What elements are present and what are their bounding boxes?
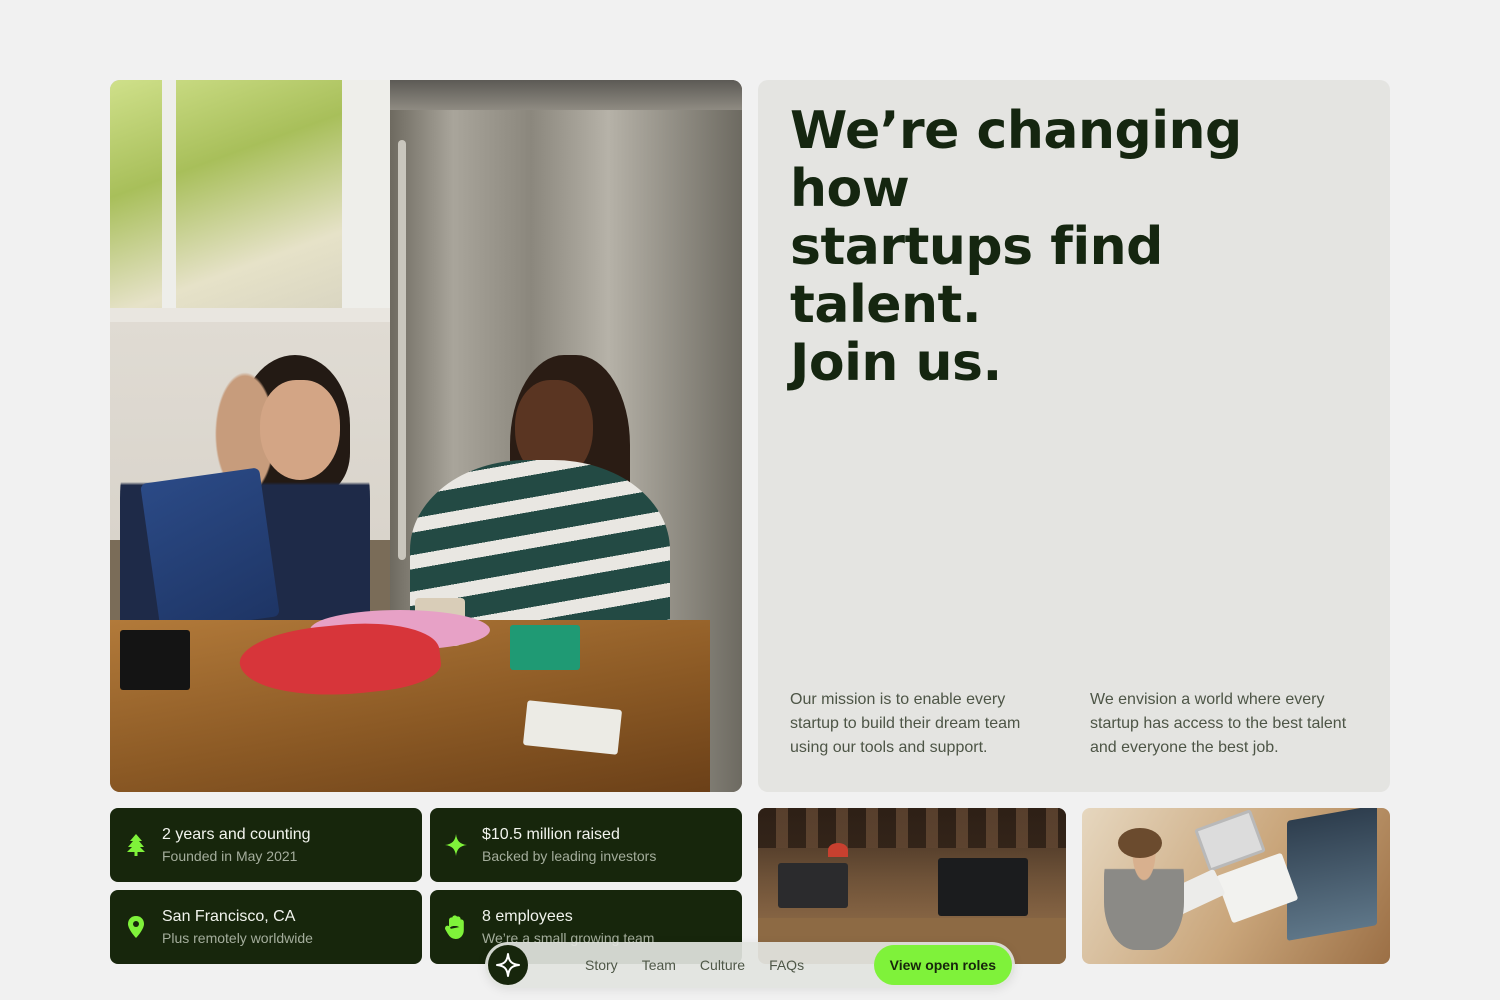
stat-title: 2 years and counting	[162, 826, 311, 843]
stat-subtitle: Plus remotely worldwide	[162, 930, 313, 946]
headline-line: We’re changing how	[790, 101, 1242, 219]
stat-subtitle: Founded in May 2021	[162, 848, 298, 864]
headline-line: Join us.	[790, 333, 1002, 393]
sparkle-icon	[430, 808, 482, 882]
stat-title: San Francisco, CA	[162, 908, 296, 925]
nav-link-team[interactable]: Team	[642, 957, 676, 973]
stat-card-location: San Francisco, CA Plus remotely worldwid…	[110, 890, 422, 964]
nav-links: Story Team Culture FAQs	[585, 957, 828, 973]
workspace-photo	[1082, 808, 1390, 964]
office-photo	[758, 808, 1066, 964]
mission-text: Our mission is to enable every startup t…	[790, 691, 1021, 756]
nav-link-faqs[interactable]: FAQs	[769, 957, 804, 973]
location-pin-icon	[110, 890, 162, 964]
page-title: We’re changing how startups find talent.…	[790, 102, 1370, 392]
floating-nav-bar: Story Team Culture FAQs View open roles	[485, 942, 1015, 988]
tree-icon	[110, 808, 162, 882]
headline-panel: We’re changing how startups find talent.…	[758, 80, 1390, 792]
stat-title: 8 employees	[482, 908, 573, 925]
stat-subtitle: Backed by leading investors	[482, 848, 657, 864]
view-open-roles-button[interactable]: View open roles	[873, 945, 1012, 985]
headline-line: startups find talent.	[790, 217, 1163, 335]
vision-text: We envision a world where every startup …	[1090, 691, 1347, 756]
stat-title: $10.5 million raised	[482, 826, 620, 843]
stat-card-funding: $10.5 million raised Backed by leading i…	[430, 808, 742, 882]
hero-photo	[110, 80, 742, 792]
nav-link-story[interactable]: Story	[585, 957, 618, 973]
nav-link-culture[interactable]: Culture	[700, 957, 745, 973]
hand-wave-icon	[430, 890, 482, 964]
stat-card-founded: 2 years and counting Founded in May 2021	[110, 808, 422, 882]
logo-sparkle-icon[interactable]	[488, 945, 528, 985]
